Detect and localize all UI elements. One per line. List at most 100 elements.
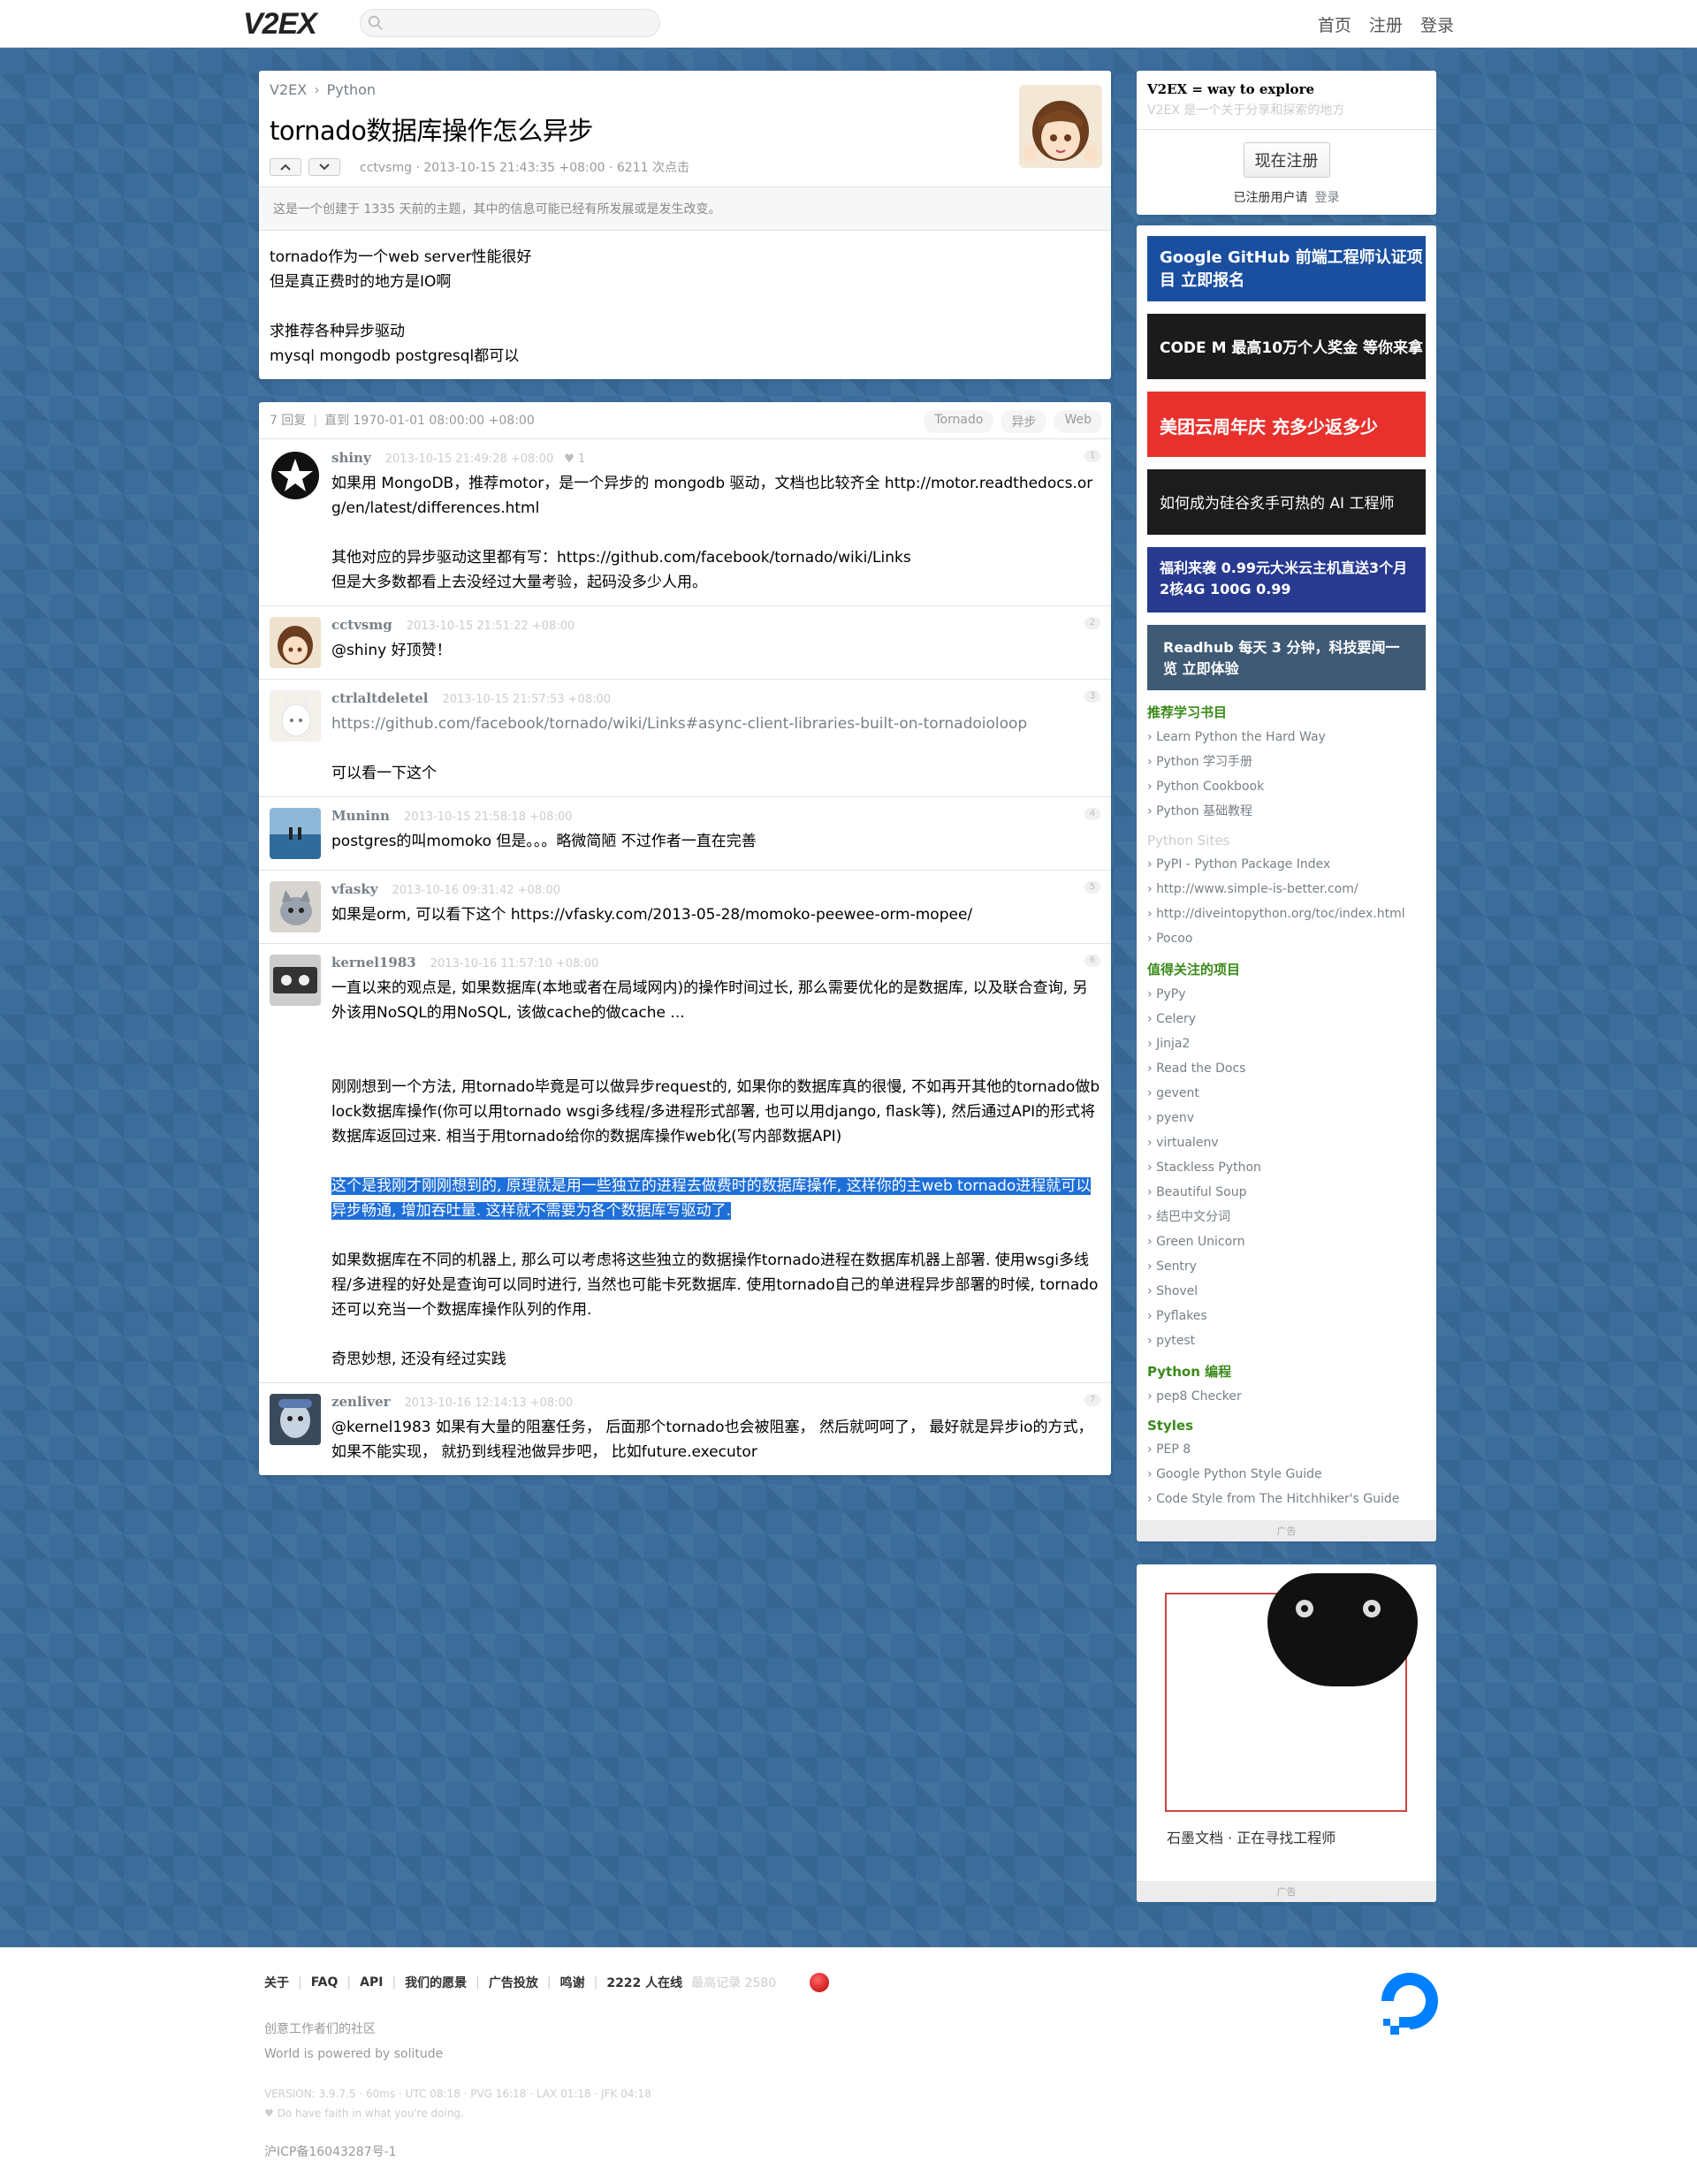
- avatar[interactable]: [270, 690, 321, 742]
- search-icon: [368, 15, 383, 30]
- nav-home[interactable]: 首页: [1318, 16, 1351, 35]
- reply-author[interactable]: zenliver: [331, 1394, 391, 1410]
- register-button[interactable]: 现在注册: [1243, 142, 1330, 178]
- avatar[interactable]: [270, 1394, 321, 1445]
- reply-author[interactable]: shiny: [331, 450, 371, 466]
- tag-web[interactable]: Web: [1054, 410, 1102, 433]
- sidebar-link[interactable]: › Google Python Style Guide: [1147, 1462, 1426, 1487]
- reply-author[interactable]: ctrlaltdeletel: [331, 690, 428, 706]
- sidebar-link[interactable]: › Celery: [1147, 1007, 1426, 1031]
- digitalocean-logo-icon[interactable]: [1374, 1966, 1445, 2036]
- sidebar-link-label: Green Unicorn: [1156, 1235, 1245, 1249]
- sidebar-link[interactable]: › Green Unicorn: [1147, 1229, 1426, 1254]
- sidebar-link[interactable]: › http://www.simple-is-better.com/: [1147, 877, 1426, 902]
- sidebar-link[interactable]: › Stackless Python: [1147, 1155, 1426, 1180]
- sidebar-link-label: PEP 8: [1156, 1442, 1191, 1457]
- reply-author[interactable]: vfasky: [331, 881, 377, 897]
- chevron-right-icon: ›: [1147, 1062, 1157, 1076]
- chevron-right-icon: ›: [1147, 1284, 1157, 1298]
- sidebar-link[interactable]: › Beautiful Soup: [1147, 1180, 1426, 1205]
- footer-link-advertise[interactable]: 广告投放: [489, 1974, 538, 1991]
- nav-register[interactable]: 注册: [1369, 16, 1403, 35]
- sidebar-link[interactable]: › http://diveintopython.org/toc/index.ht…: [1147, 902, 1426, 926]
- sidebar-link[interactable]: › Read the Docs: [1147, 1056, 1426, 1081]
- breadcrumb-node[interactable]: Python: [327, 81, 376, 98]
- breadcrumb-home[interactable]: V2EX: [270, 81, 307, 98]
- sidebar-link-label: Read the Docs: [1156, 1062, 1246, 1076]
- reply-time: 2013-10-16 09:31:42 +08:00: [392, 884, 561, 897]
- reply-number: 3: [1084, 690, 1100, 703]
- sidebar-link[interactable]: › pyenv: [1147, 1106, 1426, 1130]
- sidebar-link-label: pep8 Checker: [1156, 1389, 1242, 1404]
- breadcrumb: V2EX › Python: [270, 81, 1099, 98]
- sidebar-link[interactable]: › Jinja2: [1147, 1031, 1426, 1056]
- reply-time: 2013-10-15 21:58:18 +08:00: [403, 810, 573, 824]
- sidebar-link[interactable]: › Pyflakes: [1147, 1304, 1426, 1328]
- sidebar-link[interactable]: › PyPy: [1147, 982, 1426, 1007]
- sidebar-link-label: Celery: [1156, 1012, 1196, 1026]
- topic-content: tornado作为一个web server性能很好 但是真正费时的地方是IO啊 …: [259, 231, 1111, 379]
- avatar[interactable]: [270, 450, 321, 501]
- footer-link-thanks[interactable]: 鸣谢: [560, 1974, 585, 1991]
- reply-line: [331, 1322, 1100, 1347]
- downvote-button[interactable]: [308, 158, 340, 176]
- avatar[interactable]: [270, 955, 321, 1006]
- sidebar-link[interactable]: › Python 基础教程: [1147, 799, 1426, 824]
- ad-text: CODE M 最高10万个人奖金 等你来拿: [1160, 339, 1423, 357]
- ad-banner[interactable]: Google GitHub 前端工程师认证项目 立即报名: [1147, 236, 1426, 301]
- avatar[interactable]: [270, 808, 321, 859]
- tag-async[interactable]: 异步: [1001, 410, 1047, 433]
- chevron-right-icon: ›: [1147, 907, 1157, 921]
- sidebar-link[interactable]: › pep8 Checker: [1147, 1384, 1426, 1409]
- sidebar-link[interactable]: › gevent: [1147, 1081, 1426, 1106]
- ad-banner[interactable]: CODE M 最高10万个人奖金 等你来拿: [1147, 314, 1426, 379]
- chevron-right-icon: ›: [1147, 755, 1157, 769]
- reply-line: 但是大多数都看上去没经过大量考验，起码没多少人用。: [331, 574, 707, 591]
- reply-link[interactable]: https://github.com/facebook/tornado/wiki…: [331, 712, 1100, 736]
- sidebar-link[interactable]: › Sentry: [1147, 1254, 1426, 1279]
- reply-number: 6: [1084, 955, 1100, 967]
- replies-header: 7 回复 | 直到 1970-01-01 08:00:00 +08:00 Torna…: [259, 402, 1111, 439]
- reply-author[interactable]: cctvsmg: [331, 617, 392, 633]
- search-input[interactable]: [360, 9, 660, 37]
- sidebar-link[interactable]: › Pocoo: [1147, 926, 1426, 951]
- tag-tornado[interactable]: Tornado: [924, 410, 994, 433]
- chevron-right-icon: ›: [1147, 1309, 1157, 1323]
- login-link[interactable]: 登录: [1315, 191, 1340, 205]
- footer-link-faq[interactable]: FAQ: [311, 1975, 339, 1990]
- avatar[interactable]: [270, 617, 321, 668]
- author-avatar[interactable]: [1019, 85, 1102, 168]
- upvote-button[interactable]: [270, 158, 301, 176]
- sidebar-section-title: Python 编程: [1147, 1364, 1232, 1380]
- ad-banner[interactable]: 如何成为硅谷炙手可热的 AI 工程师: [1147, 469, 1426, 535]
- sidebar-link[interactable]: › Learn Python the Hard Way: [1147, 725, 1426, 750]
- nav-login[interactable]: 登录: [1420, 16, 1454, 35]
- sidebar-link-label: http://diveintopython.org/toc/index.html: [1156, 907, 1405, 921]
- content-line: 但是真正费时的地方是IO啊: [270, 273, 452, 291]
- sidebar-link[interactable]: › PEP 8: [1147, 1437, 1426, 1462]
- reply-number: 1: [1084, 450, 1100, 462]
- reply-author[interactable]: Muninn: [331, 808, 390, 824]
- ad-banner[interactable]: Readhub 每天 3 分钟，科技要闻一览 立即体验: [1147, 625, 1426, 690]
- sidebar-link[interactable]: › PyPI - Python Package Index: [1147, 852, 1426, 877]
- icp-license[interactable]: 沪ICP备16043287号-1: [264, 2142, 1454, 2160]
- sidebar-link-label: Pocoo: [1156, 932, 1193, 946]
- sidebar-link[interactable]: › 结巴中文分词: [1147, 1205, 1426, 1229]
- top-nav: 首页 注册 登录: [1305, 12, 1454, 36]
- sidebar-link[interactable]: › Code Style from The Hitchhiker's Guide: [1147, 1487, 1426, 1511]
- sidebar-link[interactable]: › Python Cookbook: [1147, 774, 1426, 799]
- avatar[interactable]: [270, 881, 321, 932]
- footer-link-about[interactable]: 关于: [264, 1974, 289, 1991]
- reply-author[interactable]: kernel1983: [331, 955, 416, 970]
- sidebar-link[interactable]: › virtualenv: [1147, 1130, 1426, 1155]
- footer-link-api[interactable]: API: [360, 1975, 383, 1990]
- sidebar-link-label: PyPI - Python Package Index: [1156, 857, 1331, 871]
- sidebar-link[interactable]: › pytest: [1147, 1328, 1426, 1353]
- site-logo[interactable]: V2EX: [243, 7, 317, 42]
- sidebar-link[interactable]: › Python 学习手册: [1147, 750, 1426, 774]
- ad-banner[interactable]: 福利来袭 0.99元大米云主机直送3个月 2核4G 100G 0.99: [1147, 547, 1426, 613]
- ad-box[interactable]: 石墨文档 · 正在寻找工程师 广告: [1137, 1564, 1436, 1902]
- footer-link-mission[interactable]: 我们的愿景: [405, 1974, 467, 1991]
- ad-banner[interactable]: 美团云周年庆 充多少返多少: [1147, 392, 1426, 457]
- sidebar-link[interactable]: › Shovel: [1147, 1279, 1426, 1304]
